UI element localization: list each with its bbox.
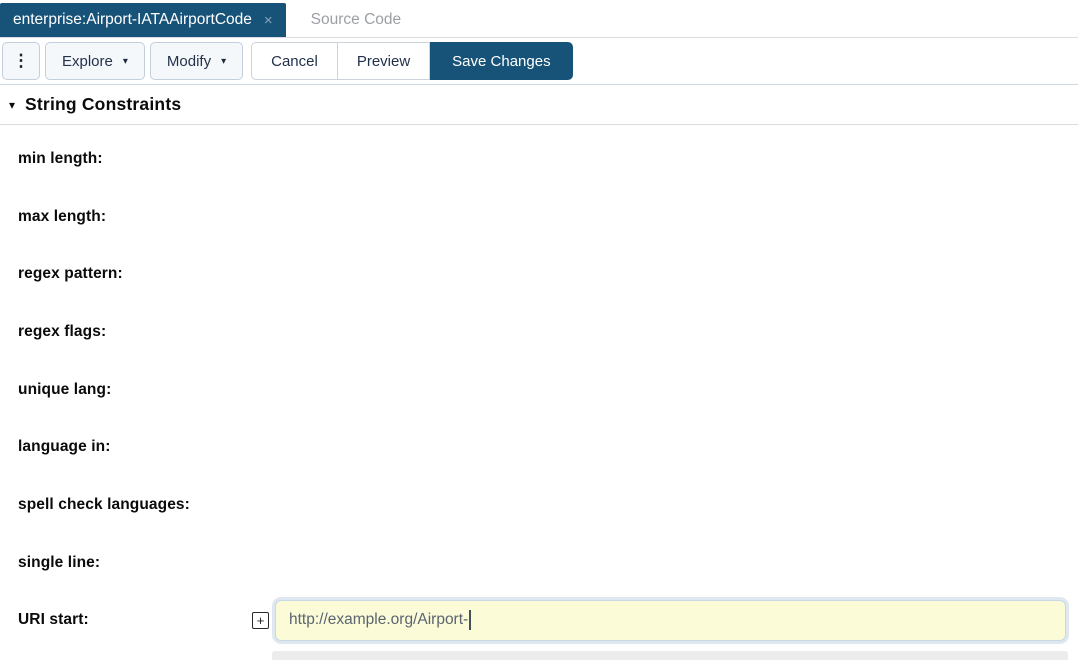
form-row-single-line: single line: <box>0 534 1078 592</box>
tab-label: Source Code <box>311 11 401 29</box>
add-value-icon[interactable]: + <box>252 612 269 629</box>
field-label-regex-pattern: regex pattern: <box>18 265 123 283</box>
explore-dropdown[interactable]: Explore ▾ <box>45 42 145 80</box>
field-label-regex-flags: regex flags: <box>18 323 106 341</box>
tab-form-editor[interactable]: enterprise:Airport-IATAAirportCode × <box>0 3 286 37</box>
section-title: String Constraints <box>25 94 181 115</box>
field-label-max-length: max length: <box>18 208 106 226</box>
form-row-uri-start: URI start: + http://example.org/Airport- <box>0 592 1078 650</box>
section-header-string-constraints[interactable]: ▾ String Constraints <box>0 85 1078 125</box>
collapse-arrow-icon[interactable]: ▾ <box>9 98 15 112</box>
form-row-spell-check-languages: spell check languages: <box>0 476 1078 534</box>
field-label-single-line: single line: <box>18 554 100 572</box>
chevron-down-icon: ▾ <box>221 56 226 67</box>
explore-label: Explore <box>62 53 113 70</box>
field-label-unique-lang: unique lang: <box>18 381 111 399</box>
form-row-unique-lang: unique lang: <box>0 361 1078 419</box>
text-cursor <box>469 610 471 630</box>
uri-start-value: http://example.org/Airport- <box>289 611 468 629</box>
kebab-menu-button[interactable]: ⋮ <box>2 42 40 80</box>
string-constraints-form: min length: max length: regex pattern: r… <box>0 125 1078 649</box>
form-row-regex-pattern: regex pattern: <box>0 245 1078 303</box>
preview-button[interactable]: Preview <box>338 42 430 80</box>
field-label-spell-check-languages: spell check languages: <box>18 496 190 514</box>
field-label-language-in: language in: <box>18 438 110 456</box>
chevron-down-icon: ▾ <box>123 56 128 67</box>
action-button-group: Cancel Preview Save Changes <box>251 42 572 80</box>
tab-bar: enterprise:Airport-IATAAirportCode × Sou… <box>0 0 1078 38</box>
uri-start-input[interactable]: http://example.org/Airport- <box>275 600 1066 641</box>
close-icon[interactable]: × <box>264 13 273 28</box>
field-label-min-length: min length: <box>18 150 103 168</box>
modify-dropdown[interactable]: Modify ▾ <box>150 42 243 80</box>
modify-label: Modify <box>167 53 211 70</box>
tab-label: enterprise:Airport-IATAAirportCode <box>13 11 252 29</box>
field-label-uri-start: URI start: <box>18 611 252 629</box>
form-row-min-length: min length: <box>0 130 1078 188</box>
cropped-element-below <box>272 651 1068 660</box>
tab-source-code[interactable]: Source Code <box>286 3 426 37</box>
form-row-language-in: language in: <box>0 418 1078 476</box>
save-changes-button[interactable]: Save Changes <box>430 42 572 80</box>
editor-page: enterprise:Airport-IATAAirportCode × Sou… <box>0 0 1078 660</box>
toolbar: ⋮ Explore ▾ Modify ▾ Cancel Preview Save… <box>0 38 1078 85</box>
form-row-regex-flags: regex flags: <box>0 303 1078 361</box>
form-row-max-length: max length: <box>0 188 1078 246</box>
kebab-icon: ⋮ <box>13 51 30 71</box>
cancel-button[interactable]: Cancel <box>251 42 338 80</box>
